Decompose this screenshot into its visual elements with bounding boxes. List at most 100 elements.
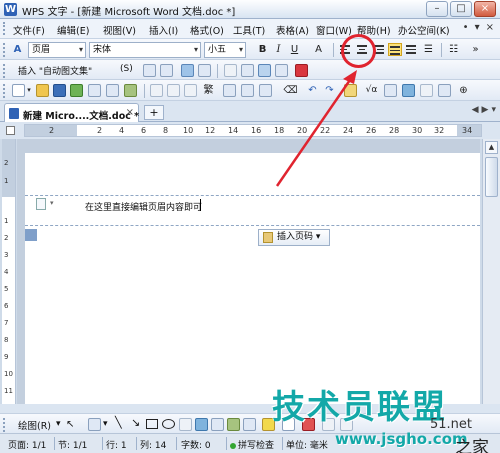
close-header-footer-icon[interactable] (295, 64, 308, 77)
format-painter-icon[interactable] (223, 84, 236, 97)
font-size-select[interactable]: 小五 ▾ (204, 42, 246, 58)
cut-icon[interactable] (150, 84, 163, 97)
menu-grip[interactable] (3, 22, 7, 35)
distribute-icon[interactable] (404, 43, 418, 56)
diagram-icon[interactable] (211, 418, 224, 431)
picture-icon[interactable] (243, 418, 256, 431)
menu-edit[interactable]: 编辑(E) (57, 23, 89, 37)
insert-autotext-label[interactable]: 插入 "自动图文集" (18, 64, 92, 77)
vertical-ruler[interactable]: 2 1 1 2 3 4 5 6 7 8 9 10 11 (2, 139, 16, 404)
document-tab[interactable]: 新建 Micro....文档.doc * × (4, 103, 139, 122)
spelling-icon[interactable] (124, 84, 137, 97)
line-spacing-icon[interactable]: ☰ (421, 42, 436, 57)
menu-insert[interactable]: 插入(I) (149, 23, 178, 37)
new-document-icon[interactable] (12, 84, 25, 97)
vertical-scrollbar[interactable]: ▲ (482, 139, 500, 404)
menu-view[interactable]: 视图(V) (103, 23, 136, 37)
clipart-icon[interactable] (227, 418, 240, 431)
justify-icon[interactable] (388, 43, 402, 56)
underline-button[interactable]: U (287, 42, 302, 57)
status-unit[interactable]: 单位: 毫米 (286, 438, 328, 451)
style-select[interactable]: 页眉 ▾ (28, 42, 86, 58)
textbox-icon[interactable] (179, 418, 192, 431)
font-select[interactable]: 宋体 ▾ (89, 42, 201, 58)
drawing-icon[interactable] (438, 84, 451, 97)
header-document-icon[interactable] (36, 198, 46, 210)
tab-list-icon[interactable]: ▾ (491, 105, 496, 115)
wordart-icon[interactable] (195, 418, 208, 431)
toolbar-grip[interactable] (3, 84, 6, 98)
eraser-icon[interactable]: ⌫ (283, 83, 298, 98)
select-objects-icon[interactable]: ↖ (66, 419, 74, 430)
export-icon[interactable] (70, 84, 83, 97)
switch-header-footer-icon[interactable] (258, 64, 271, 77)
find-icon[interactable] (259, 84, 272, 97)
italic-button[interactable]: I (271, 42, 286, 57)
format-page-number-icon[interactable] (181, 64, 194, 77)
toolbar-options-icon[interactable]: » (468, 42, 483, 57)
numbering-icon[interactable]: ☷ (446, 42, 461, 57)
insert-autotext-dropdown[interactable]: (S) (120, 64, 133, 74)
menu-close-icon[interactable]: × (486, 22, 494, 33)
chevron-down-icon[interactable]: ▾ (25, 83, 33, 98)
tab-next-icon[interactable]: ▶ (482, 105, 489, 115)
insert-page-number-button[interactable]: 插入页码 ▾ (258, 229, 330, 246)
table-icon[interactable] (344, 84, 357, 97)
print-preview-icon[interactable] (106, 84, 119, 97)
document-page[interactable]: ▾ 在这里直接编辑页眉内容即可 插入页码 ▾ (25, 153, 480, 404)
clipboard-icon[interactable] (241, 84, 254, 97)
status-word-count[interactable]: 字数: 0 (181, 438, 211, 451)
chevron-down-icon[interactable]: ▾ (56, 419, 61, 429)
header-text[interactable]: 在这里直接编辑页眉内容即可 (85, 200, 202, 213)
insert-page-number-icon[interactable] (143, 64, 156, 77)
toolbar-grip[interactable] (3, 43, 6, 57)
paste-icon[interactable] (184, 84, 197, 97)
insert-picture-icon[interactable] (384, 84, 397, 97)
copy-icon[interactable] (167, 84, 180, 97)
maximize-button[interactable]: □ (450, 1, 472, 17)
autoshapes-icon[interactable] (88, 418, 101, 431)
scroll-thumb[interactable] (485, 157, 498, 197)
horizontal-ruler[interactable]: 2 2 4 6 8 10 12 14 16 18 20 22 24 26 28 … (24, 124, 482, 137)
menu-dropdown-icon[interactable]: ▾ (475, 22, 480, 33)
scroll-up-icon[interactable]: ▲ (485, 141, 498, 154)
zoom-icon[interactable]: ⊕ (456, 83, 471, 98)
rectangle-icon[interactable] (146, 419, 158, 429)
show-previous-icon[interactable] (275, 64, 288, 77)
toolbar-grip[interactable] (3, 418, 6, 432)
chevron-down-icon[interactable]: ▾ (103, 419, 108, 429)
drawing-menu[interactable]: 绘图(R) (18, 418, 51, 432)
page-setup-icon[interactable] (224, 64, 237, 77)
font-size-increase-button[interactable]: A (311, 42, 326, 57)
tab-close-icon[interactable]: × (126, 107, 134, 118)
insert-chart-icon[interactable] (402, 84, 415, 97)
insert-textbox-icon[interactable] (420, 84, 433, 97)
menu-office-space[interactable]: 办公空间(K) (398, 23, 450, 37)
chevron-down-icon[interactable]: ▾ (50, 199, 54, 207)
redo-icon[interactable]: ↷ (322, 83, 337, 98)
menu-file[interactable]: 文件(F) (13, 23, 45, 37)
insert-date-icon[interactable] (198, 64, 211, 77)
minimize-button[interactable]: – (426, 1, 448, 17)
menu-table[interactable]: 表格(A) (276, 23, 309, 37)
menu-window[interactable]: 窗口(W) (316, 23, 352, 37)
spellcheck-status[interactable]: 拼写检查 (230, 438, 274, 451)
menu-format[interactable]: 格式(O) (190, 23, 224, 37)
formula-icon[interactable]: √α (364, 83, 379, 98)
arrow-icon[interactable]: ↘ (131, 416, 140, 429)
tab-prev-icon[interactable]: ◀ (472, 105, 479, 115)
new-tab-button[interactable]: + (144, 105, 164, 120)
toolbar-grip[interactable] (3, 64, 6, 78)
wps-app-icon[interactable]: W (4, 3, 17, 16)
insert-page-count-icon[interactable] (160, 64, 173, 77)
traditional-chinese-icon[interactable]: 繁 (201, 83, 216, 98)
save-icon[interactable] (53, 84, 66, 97)
styles-icon[interactable]: A (10, 42, 25, 57)
line-icon[interactable]: ╲ (115, 416, 122, 429)
bold-button[interactable]: B (255, 42, 270, 57)
print-icon[interactable] (88, 84, 101, 97)
close-button[interactable]: × (474, 1, 496, 17)
show-document-text-icon[interactable] (241, 64, 254, 77)
menu-tools[interactable]: 工具(T) (233, 23, 265, 37)
menu-bullet-icon[interactable]: • (463, 22, 469, 33)
